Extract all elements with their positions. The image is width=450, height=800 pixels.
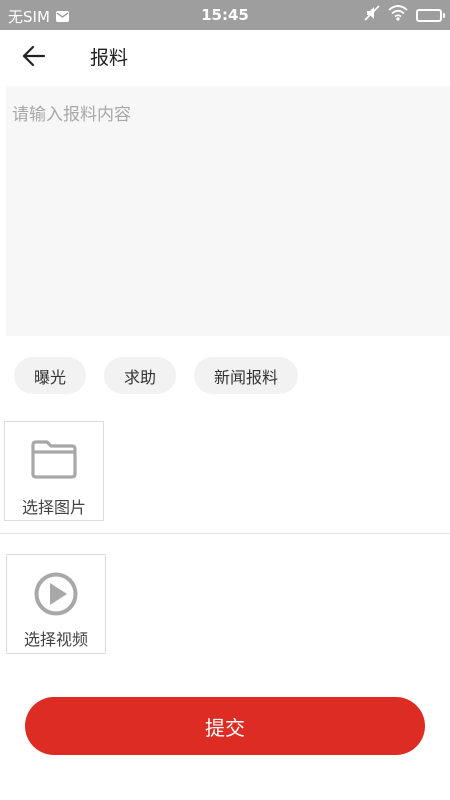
arrow-left-icon [22,45,46,67]
tag-label: 新闻报料 [214,367,279,387]
mute-icon [364,5,380,25]
tag-help[interactable]: 求助 [104,357,177,394]
folder-icon [5,438,103,480]
battery-icon [416,8,445,22]
tag-news-report[interactable]: 新闻报料 [194,357,299,394]
select-image-button[interactable]: 选择图片 [4,421,104,521]
play-circle-icon [7,571,105,617]
tag-exposure[interactable]: 曝光 [14,357,87,394]
status-bar: 无SIM 15:45 [0,0,450,30]
select-image-label: 选择图片 [21,498,86,517]
select-video-label: 选择视频 [23,630,88,649]
tag-label: 曝光 [34,367,67,387]
submit-label: 提交 [205,717,245,740]
status-icons [364,5,445,25]
report-content-input[interactable] [6,86,450,336]
tag-label: 求助 [124,367,157,387]
divider [0,533,450,534]
header: 报料 [0,30,450,82]
page-title: 报料 [90,47,129,69]
wifi-icon [388,5,408,25]
back-button[interactable] [18,42,50,70]
report-page: 无SIM 15:45 报料 请输入报料内容 曝光 求助 新闻报料 选择图片 选择… [0,0,450,800]
select-video-button[interactable]: 选择视频 [6,554,106,654]
submit-button[interactable]: 提交 [25,697,425,755]
category-tags: 曝光 求助 新闻报料 [14,357,299,394]
